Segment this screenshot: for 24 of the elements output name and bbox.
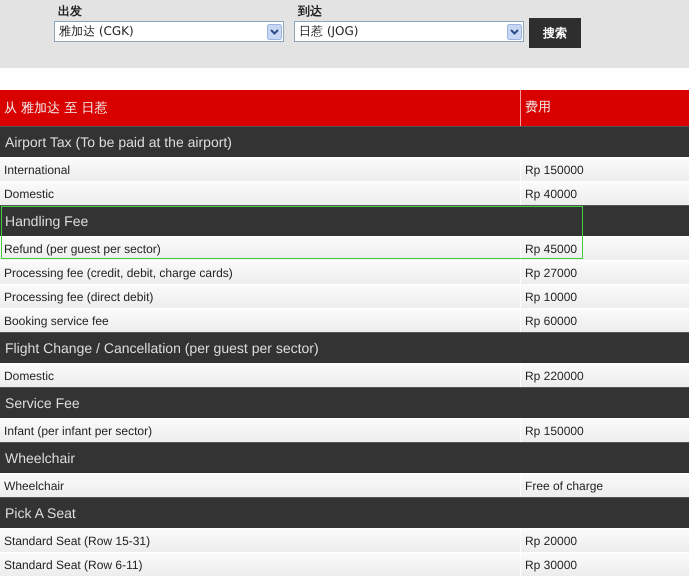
table-cell-text: Standard Seat (Row 6-11): [3, 558, 144, 572]
table-cell-text: Booking service fee: [3, 314, 110, 328]
section-title: Pick A Seat: [5, 505, 76, 521]
table-cell-text: Domestic: [3, 186, 56, 200]
section-title: Wheelchair: [5, 450, 76, 466]
field-label: 出发: [57, 3, 83, 20]
table-cell-text: Wheelchair: [3, 478, 66, 492]
section-title: Flight Change / Cancellation (per guest per sector): [5, 340, 319, 356]
table-cell-text: Refund (per guest per sector): [3, 242, 162, 256]
table-cell-text: Processing fee (credit, debit, charge cards): [3, 266, 234, 280]
section-title: Handling Fee: [5, 213, 88, 229]
departure-select[interactable]: 雅加达 (CGK): [54, 21, 284, 42]
section-title: Airport Tax (To be paid at the airport): [5, 134, 232, 150]
column-header: 从 雅加达 至 日惹: [3, 100, 108, 117]
table-cell: Rp 30000: [520, 552, 689, 576]
table-cell-text: International: [3, 162, 72, 176]
section-title: Service Fee: [5, 395, 80, 411]
arrival-select[interactable]: 日惹 (JOG): [294, 21, 524, 42]
table-cell-text: Domestic: [3, 368, 56, 382]
table-cell-text: Infant (per infant per sector): [3, 424, 154, 438]
table-cell-text: Standard Seat (Row 15-31): [3, 534, 152, 548]
search-button[interactable]: 搜索: [529, 18, 581, 48]
field-label: 到达: [296, 3, 323, 20]
table-cell-text: Processing fee (direct debit): [3, 290, 154, 304]
